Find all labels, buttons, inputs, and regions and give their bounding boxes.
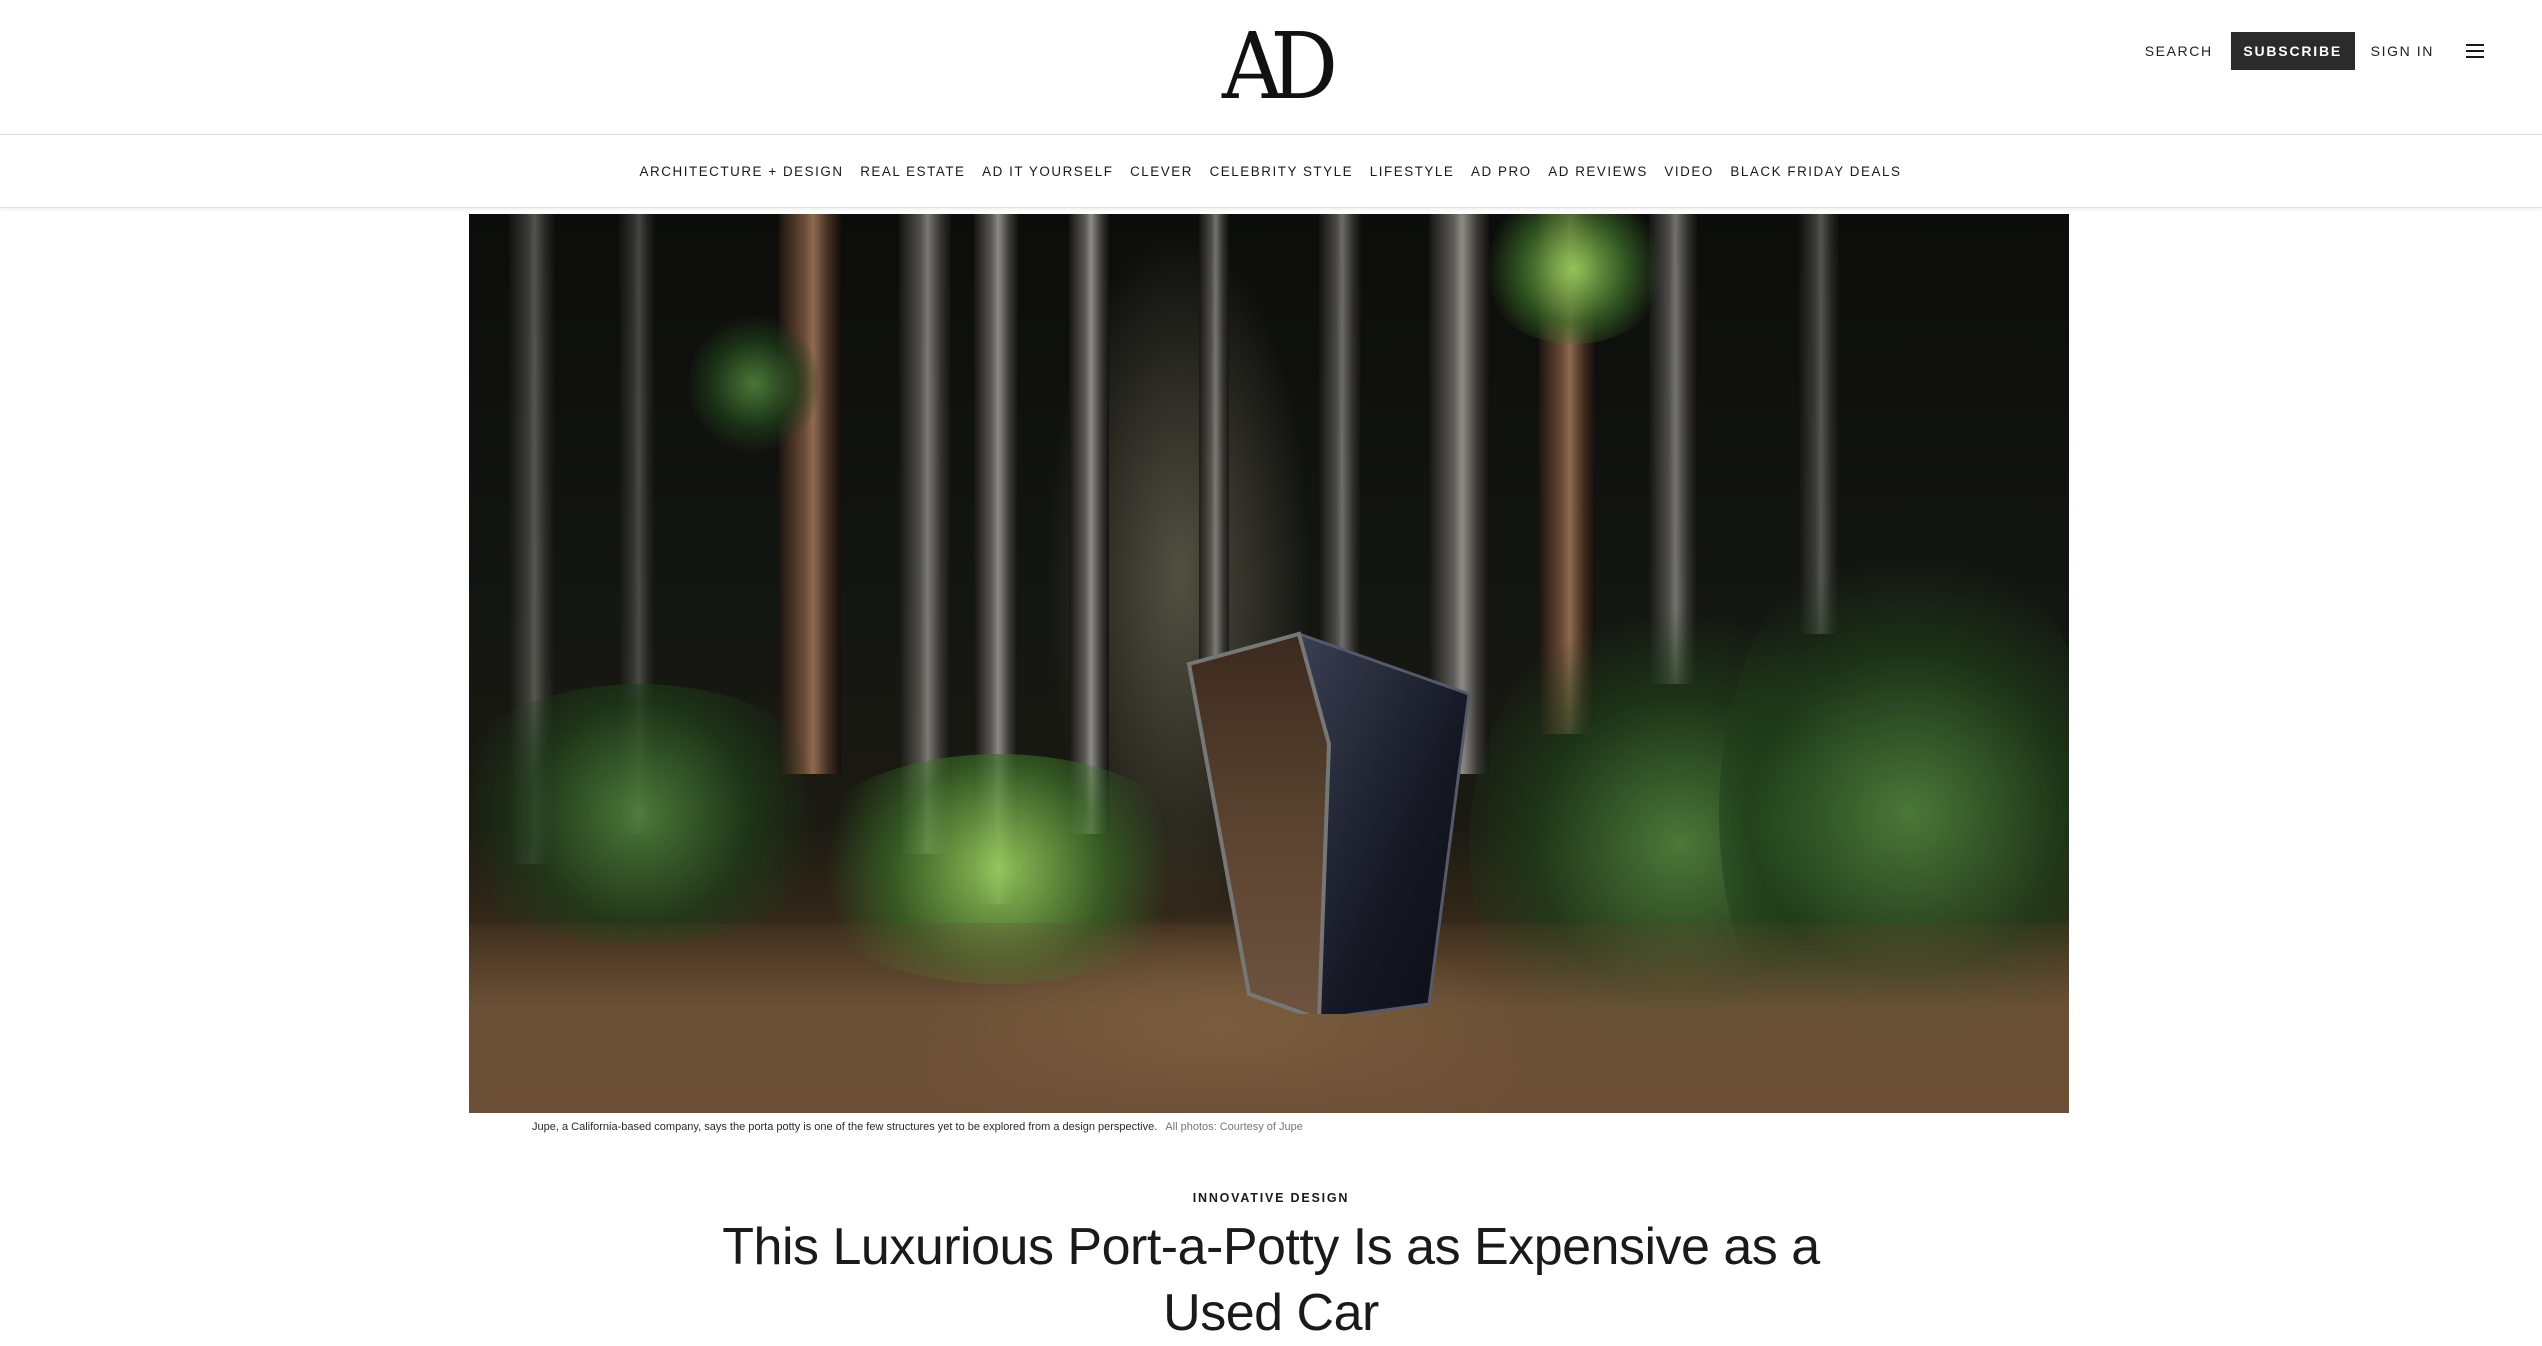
nav-item-ad-reviews[interactable]: AD REVIEWS: [1540, 164, 1656, 179]
sign-in-link[interactable]: SIGN IN: [2371, 43, 2434, 59]
photo-credit: All photos: Courtesy of Jupe: [1165, 1121, 1303, 1133]
caption-text: Jupe, a California-based company, says t…: [532, 1121, 1158, 1133]
tree-trunk: [1069, 214, 1109, 834]
menu-bar: [2466, 44, 2484, 47]
subscribe-button[interactable]: SUBSCRIBE: [2230, 32, 2355, 70]
porta-potty-graphic: [1186, 631, 1471, 1014]
nav-item-celebrity-style[interactable]: CELEBRITY STYLE: [1201, 164, 1361, 179]
tree-trunk: [1199, 214, 1229, 684]
nav-item-lifestyle[interactable]: LIFESTYLE: [1361, 164, 1462, 179]
porta-potty-structure: [1169, 624, 1509, 1014]
nav-item-architecture-design[interactable]: ARCHITECTURE + DESIGN: [631, 164, 852, 179]
foliage: [1479, 214, 1669, 344]
hamburger-menu-icon[interactable]: [2466, 44, 2484, 58]
tree-trunk: [1319, 214, 1361, 664]
nav-item-ad-pro[interactable]: AD PRO: [1463, 164, 1540, 179]
search-link[interactable]: SEARCH: [2145, 43, 2213, 59]
nav-item-ad-it-yourself[interactable]: AD IT YOURSELF: [974, 164, 1122, 179]
nav-item-black-friday-deals[interactable]: BLACK FRIDAY DEALS: [1722, 164, 1910, 179]
hero-image: [469, 214, 2069, 1113]
header-actions: SEARCH SUBSCRIBE SIGN IN: [2145, 32, 2484, 70]
article-rubric[interactable]: INNOVATIVE DESIGN: [0, 1191, 2542, 1205]
category-nav-list: ARCHITECTURE + DESIGN REAL ESTATE AD IT …: [631, 164, 1909, 179]
tree-trunk: [779, 214, 841, 774]
menu-bar: [2466, 49, 2484, 53]
category-nav: ARCHITECTURE + DESIGN REAL ESTATE AD IT …: [0, 135, 2542, 208]
site-header: AD SEARCH SUBSCRIBE SIGN IN: [0, 0, 2542, 135]
hero-caption: Jupe, a California-based company, says t…: [532, 1121, 1303, 1133]
article-headline: This Luxurious Port-a-Potty Is as Expens…: [722, 1218, 1820, 1342]
ad-logo[interactable]: AD: [1222, 21, 1338, 113]
nav-item-real-estate[interactable]: REAL ESTATE: [852, 164, 974, 179]
foliage: [689, 314, 819, 454]
nav-item-video[interactable]: VIDEO: [1656, 164, 1722, 179]
menu-bar: [2466, 55, 2484, 58]
nav-item-clever[interactable]: CLEVER: [1122, 164, 1201, 179]
